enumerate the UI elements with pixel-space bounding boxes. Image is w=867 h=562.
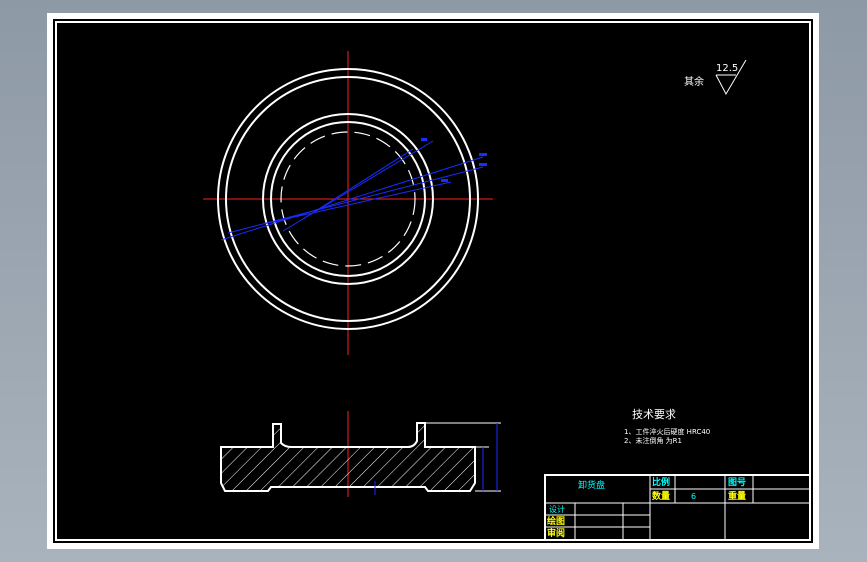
section-view: [220, 411, 501, 497]
draw-label: 绘图: [547, 517, 566, 527]
ratio-label: 比例: [652, 478, 671, 488]
drawing-canvas: 12.5 其余 技术要求 1、工件淬火后硬度 HRC40 2、未注倒角 为R1 …: [53, 19, 813, 543]
dim-text-mark: [441, 179, 448, 182]
roughness-value: 12.5: [716, 63, 738, 74]
design-label: 设计: [549, 505, 565, 514]
cad-drawing: 12.5 其余 技术要求 1、工件淬火后硬度 HRC40 2、未注倒角 为R1: [55, 21, 811, 541]
roughness-label: 其余: [684, 75, 704, 88]
tech-req-title: 技术要求: [632, 408, 676, 421]
tech-req-item: 1、工件淬火后硬度 HRC40: [624, 427, 710, 436]
weight-label: 重量: [728, 492, 747, 502]
dim-text-mark: [479, 163, 487, 166]
tech-req-item: 2、未注倒角 为R1: [624, 436, 682, 445]
part-name: 卸货盘: [578, 481, 606, 491]
technical-requirements: 技术要求 1、工件淬火后硬度 HRC40 2、未注倒角 为R1: [624, 408, 710, 445]
review-label: 审阅: [547, 529, 566, 539]
dim-text-mark: [479, 153, 487, 156]
dim-text-mark: [421, 138, 427, 141]
top-view: [203, 51, 493, 355]
qty-value: 6: [691, 492, 697, 501]
surface-roughness-symbol: 12.5 其余: [684, 59, 747, 96]
qty-label: 数量: [652, 492, 671, 502]
drawing-no-label: 图号: [728, 478, 747, 488]
